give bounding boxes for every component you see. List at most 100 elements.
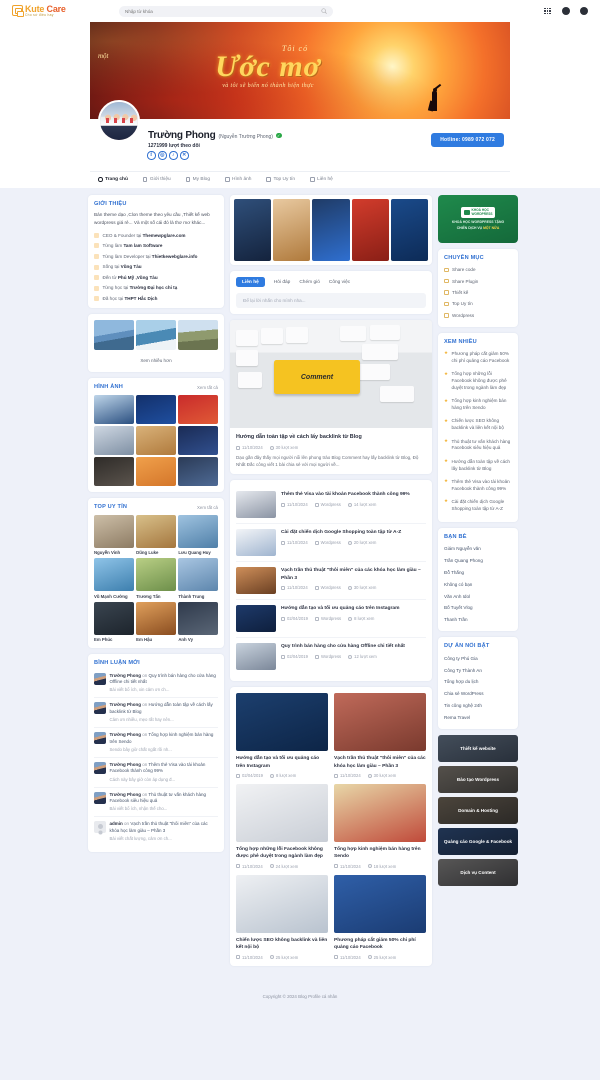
post-title[interactable]: Thêm thẻ Visa vào tài khoản Facebook thà… <box>281 491 426 498</box>
friend-item[interactable]: Đỗ Thắng <box>444 567 512 579</box>
top-trusted-item[interactable]: Vũ Mạnh Cường <box>94 558 134 599</box>
project-item[interactable]: Công Ty Thành An <box>444 664 512 676</box>
compose-input[interactable]: Để lại lời nhắn cho mình nha... <box>236 293 426 308</box>
tiktok-icon[interactable]: ♪ <box>169 151 178 160</box>
post-card[interactable]: Hướng dẫn tạo và tối ưu quảng cáo trên I… <box>236 693 328 778</box>
post-card-title[interactable]: Chiến lược SEO không backlink và liên kế… <box>236 937 328 951</box>
post-list-row[interactable]: Vạch trần thủ thuật "thôi miên" của các … <box>236 562 426 601</box>
post-list-row[interactable]: Cài đặt chiến dịch Google Shopping toàn … <box>236 524 426 563</box>
photo-thumb[interactable] <box>94 320 134 351</box>
top-trusted-item[interactable]: Dũng Luke <box>136 515 176 555</box>
logo-area[interactable]: Kute Care Cho sứ điều hay <box>12 4 97 18</box>
service-banner[interactable]: Đào tạo Wordpress <box>438 766 518 794</box>
tab-gioi-thieu[interactable]: Giới thiệu <box>142 177 171 182</box>
facebook-icon[interactable]: f <box>147 151 156 160</box>
post-card[interactable]: Tổng hợp kinh nghiệm bán hàng trên Sendo… <box>334 784 426 869</box>
gallery-thumb[interactable] <box>178 395 218 425</box>
post-card-title[interactable]: Tổng hợp những lỗi Facebook không được p… <box>236 846 328 860</box>
top-trusted-item[interactable]: Thành Trung <box>178 558 218 599</box>
project-item[interactable]: Chia sẻ WordPress <box>444 688 512 700</box>
top-trusted-item[interactable]: Em Hậu <box>136 601 176 642</box>
service-banner[interactable]: Domain & Hosting <box>438 797 518 825</box>
tab-lien-he[interactable]: Liên hệ <box>310 177 333 182</box>
post-card[interactable]: Vạch trần thủ thuật "thôi miên" của các … <box>334 693 426 778</box>
tab-trang-chu[interactable]: Trang chủ <box>98 177 128 182</box>
post-card-title[interactable]: Vạch trần thủ thuật "thôi miên" của các … <box>334 755 426 769</box>
friend-item[interactable]: Trần Quang Phong <box>444 555 512 567</box>
top-trusted-item[interactable]: Anh Vy <box>178 601 218 642</box>
top-trusted-item[interactable]: Em Phúc <box>94 601 134 642</box>
story-thumb[interactable] <box>390 199 428 261</box>
notifications-icon[interactable] <box>579 7 588 16</box>
top-trusted-item[interactable]: Nguyễn Vinh <box>94 515 134 555</box>
service-banner[interactable]: Quảng cáo Google & Facebook <box>438 828 518 856</box>
comment-item[interactable]: Trường Phong on Tổng hợp kinh nghiệm bán… <box>94 728 218 758</box>
search-icon[interactable] <box>321 8 327 14</box>
top-trusted-see-all[interactable]: Xem tất cả <box>197 505 218 510</box>
gallery-thumb[interactable] <box>136 395 176 425</box>
featured-post-title[interactable]: Hướng dẫn toàn tập về cách lấy backlink … <box>236 434 426 442</box>
project-item[interactable]: Tin công nghệ 24h <box>444 700 512 712</box>
story-thumb[interactable] <box>312 199 350 261</box>
post-title[interactable]: Quy trình bán hàng cho cửa hàng Offline … <box>281 643 426 650</box>
friend-item[interactable]: Bố Tuyết Vlog <box>444 602 512 614</box>
popular-item[interactable]: ★ Thủ thuật tư vấn khách hàng Facebook si… <box>444 435 512 455</box>
friend-item[interactable]: Văn Anh Idol <box>444 590 512 602</box>
compose-tab-hoi-dap[interactable]: Hỏi đáp <box>274 280 291 285</box>
popular-item[interactable]: ★ Tổng hợp những lỗi Facebook không được … <box>444 368 512 395</box>
gallery-thumb[interactable] <box>94 457 134 487</box>
compose-tab-chem-gio[interactable]: Chém gió <box>299 280 320 285</box>
category-item[interactable]: Top Uy tín <box>444 298 512 309</box>
post-card-title[interactable]: Phương pháp cắt giảm 50% chi phí quảng c… <box>334 937 426 951</box>
instagram-icon[interactable]: ◎ <box>158 151 167 160</box>
post-card-title[interactable]: Tổng hợp kinh nghiệm bán hàng trên Sendo <box>334 846 426 860</box>
post-list-row[interactable]: Quy trình bán hàng cho cửa hàng Offline … <box>236 638 426 675</box>
post-card[interactable]: Chiến lược SEO không backlink và liên kế… <box>236 874 328 960</box>
category-item[interactable]: Wordpress <box>444 310 512 321</box>
search-box[interactable] <box>119 5 333 17</box>
comment-item[interactable]: Trường Phong on Hướng dẫn toàn tập về cá… <box>94 698 218 729</box>
comment-item[interactable]: Trường Phong on Thủ thuật tư vấn khách h… <box>94 788 218 818</box>
gallery-thumb[interactable] <box>178 457 218 487</box>
top-trusted-item[interactable]: Lưu Quang Huy <box>178 515 218 555</box>
photo-thumb[interactable] <box>136 320 176 351</box>
popular-item[interactable]: ★ Hướng dẫn toàn tập về cách lấy backlink… <box>444 456 512 476</box>
tab-hinh-anh[interactable]: Hình ảnh <box>225 177 251 182</box>
messages-icon[interactable] <box>561 7 570 16</box>
hotline-button[interactable]: Hotline: 0989 072 072 <box>431 133 504 147</box>
gallery-see-all[interactable]: Xem tất cả <box>197 385 218 390</box>
popular-item[interactable]: ★ Chiến lược SEO không backlink và liên k… <box>444 415 512 435</box>
featured-post-image[interactable]: Comment <box>230 320 432 428</box>
popular-item[interactable]: ★ Tổng hợp kinh nghiệm bán hàng trên Send… <box>444 395 512 415</box>
tab-my-blog[interactable]: My Blog <box>185 177 210 182</box>
search-input[interactable] <box>125 8 321 14</box>
post-list-row[interactable]: Hướng dẫn tạo và tối ưu quảng cáo trên I… <box>236 600 426 639</box>
tab-top-uy-tin[interactable]: Top Uy tín <box>266 177 295 182</box>
post-title[interactable]: Hướng dẫn tạo và tối ưu quảng cáo trên I… <box>281 605 426 612</box>
gallery-thumb[interactable] <box>136 457 176 487</box>
avatar[interactable] <box>98 100 140 142</box>
service-banner[interactable]: Thiết kế website <box>438 735 518 763</box>
photo-thumb[interactable] <box>178 320 218 351</box>
gallery-thumb[interactable] <box>94 426 134 456</box>
story-thumb[interactable] <box>351 199 389 261</box>
x-icon[interactable]: ✕ <box>180 151 189 160</box>
service-banner[interactable]: Dịch vụ Content <box>438 859 518 887</box>
see-more-button[interactable]: Xem nhiều hơn <box>94 355 218 366</box>
post-card[interactable]: Phương pháp cắt giảm 50% chi phí quảng c… <box>334 874 426 960</box>
category-item[interactable]: Thiết kế <box>444 287 512 298</box>
project-item[interactable]: Rema Travel <box>444 711 512 723</box>
story-thumb[interactable] <box>273 199 311 261</box>
project-item[interactable]: Tổng hợp du lịch <box>444 676 512 688</box>
comment-item[interactable]: Trường Phong on Thêm thẻ Visa vào tài kh… <box>94 758 218 788</box>
grid-icon[interactable] <box>543 7 552 16</box>
category-item[interactable]: Share code <box>444 264 512 275</box>
friend-item[interactable]: Không có bạn <box>444 578 512 590</box>
popular-item[interactable]: ★ Phương pháp cắt giảm 50% chi phí quảng … <box>444 348 512 368</box>
gallery-thumb[interactable] <box>94 395 134 425</box>
site-logo[interactable]: Kute Care Cho sứ điều hay <box>12 4 97 18</box>
promo-banner[interactable]: KHOÁ HỌC WORDPRESS KHOÁ HỌC WORDPRESS TẶ… <box>438 195 518 243</box>
project-item[interactable]: Công ty Phú Gia <box>444 652 512 664</box>
post-title[interactable]: Vạch trần thủ thuật "thôi miên" của các … <box>281 567 426 581</box>
compose-tab-lien-he[interactable]: Liên hệ <box>236 277 265 287</box>
